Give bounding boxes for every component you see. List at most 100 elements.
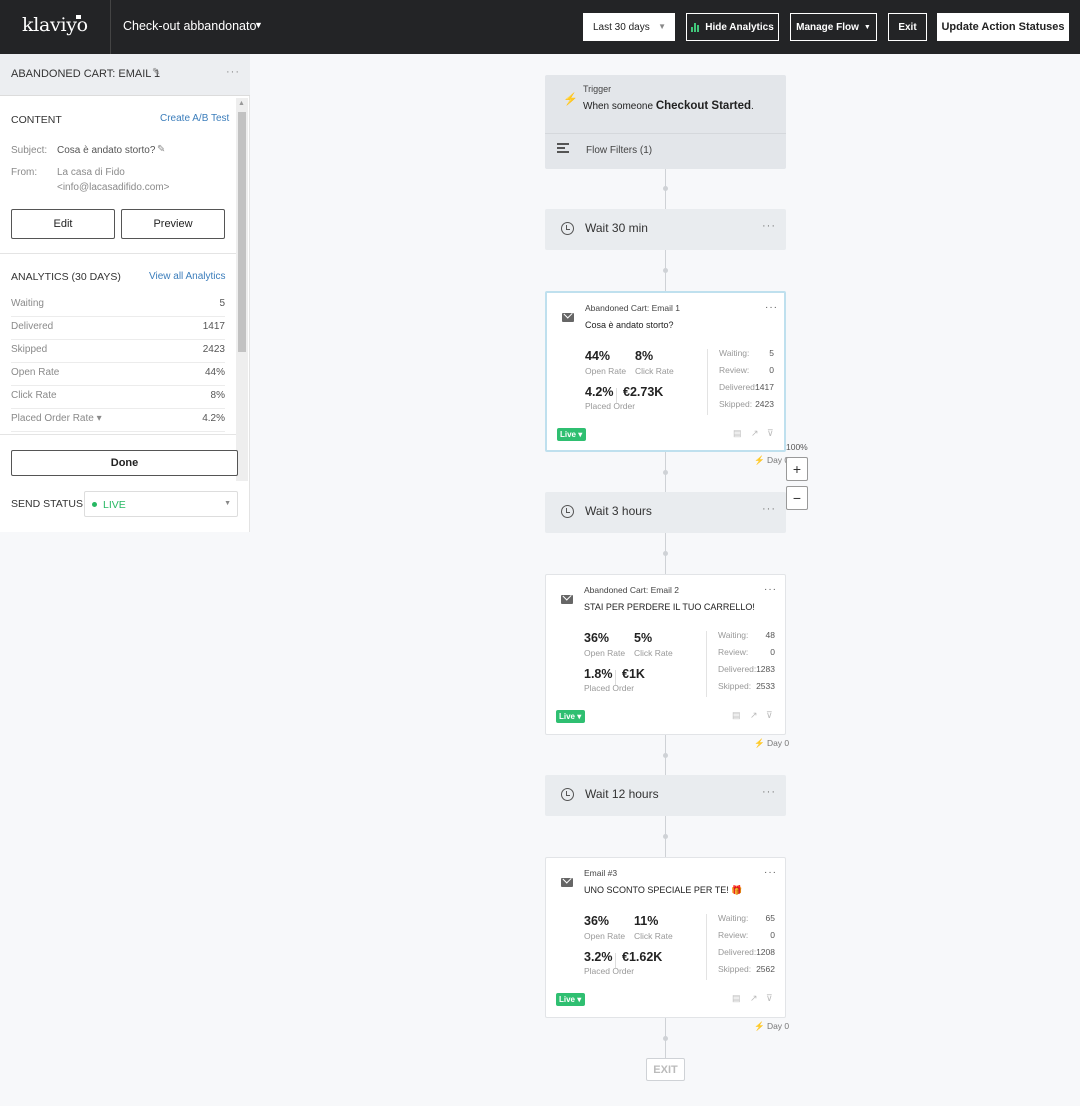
stat-value: 1417 [755, 382, 774, 392]
placed-order-label: Placed Order [585, 401, 636, 411]
filter-icon[interactable]: ⊽ [767, 428, 774, 439]
open-rate-label: Open Rate [585, 366, 627, 376]
trend-icon[interactable]: ↗ [750, 710, 758, 721]
email-node[interactable]: Abandoned Cart: Email 1 Cosa è andato st… [545, 291, 786, 452]
from-email: <info@lacasadifido.com> [57, 182, 170, 193]
click-rate-label: Click Rate [634, 931, 673, 941]
create-ab-test-link[interactable]: Create A/B Test [160, 113, 229, 124]
email-node[interactable]: Abandoned Cart: Email 2 STAI PER PERDERE… [545, 574, 786, 735]
edit-button[interactable]: Edit [11, 209, 115, 239]
stat-value: 0 [770, 930, 775, 940]
envelope-icon [561, 595, 573, 604]
image-icon[interactable]: ▤ [733, 428, 742, 439]
day-label: ⚡ Day 0 [754, 455, 790, 465]
wait-node[interactable]: Wait 30 min ··· [545, 209, 786, 250]
flow-filters-link[interactable]: Flow Filters (1) [586, 145, 652, 156]
analytics-row[interactable]: Placed Order Rate ▾ 4.2% [11, 409, 225, 432]
chevron-down-icon[interactable]: ▼ [254, 20, 263, 30]
sidebar-scrollbar[interactable]: ▲ [236, 98, 248, 481]
zoom-in-button[interactable]: + [786, 457, 808, 481]
analytics-label: Open Rate [11, 367, 60, 378]
hide-analytics-button[interactable]: Hide Analytics [686, 13, 779, 41]
analytics-row: Skipped 2423 [11, 340, 225, 363]
placed-order-label: Placed Order [584, 966, 635, 976]
update-action-statuses-button[interactable]: Update Action Statuses [937, 13, 1069, 41]
open-rate-label: Open Rate [584, 931, 626, 941]
zoom-level: 100% [786, 442, 808, 452]
scrollbar-thumb[interactable] [238, 112, 246, 352]
stat-value: 1283 [756, 664, 775, 674]
flow-name[interactable]: Check-out abbandonato [123, 19, 256, 33]
send-status-select[interactable]: LIVE ▼ [84, 491, 238, 517]
stat-value: 2423 [755, 399, 774, 409]
image-icon[interactable]: ▤ [732, 993, 741, 1004]
connector-dot [663, 834, 668, 839]
connector-dot [663, 551, 668, 556]
analytics-label: Waiting [11, 298, 44, 309]
email-node[interactable]: Email #3 UNO SCONTO SPECIALE PER TE! 🎁 ·… [545, 857, 786, 1018]
date-range-select[interactable]: Last 30 days ▼ [583, 13, 675, 41]
stat-label: Delivered: [718, 664, 757, 674]
hide-analytics-label: Hide Analytics [705, 21, 774, 33]
top-bar: klaviyo Check-out abbandonato ▼ Last 30 … [0, 0, 1080, 54]
wait-node[interactable]: Wait 3 hours ··· [545, 492, 786, 533]
analytics-value: 2423 [202, 344, 225, 355]
stat-value: 0 [769, 365, 774, 375]
more-options-icon[interactable]: ··· [226, 66, 240, 78]
stat-label: Review: [718, 930, 749, 940]
live-status-badge[interactable]: Live ▾ [557, 428, 586, 441]
preview-button[interactable]: Preview [121, 209, 225, 239]
analytics-row: Open Rate 44% [11, 363, 225, 386]
analytics-row: Waiting 5 [11, 294, 225, 317]
exit-node: EXIT [646, 1058, 685, 1081]
wait-label: Wait 3 hours [585, 504, 652, 518]
live-status-badge[interactable]: Live ▾ [556, 710, 585, 723]
trigger-node[interactable]: ⚡ Trigger When someone Checkout Started.… [545, 75, 786, 169]
image-icon[interactable]: ▤ [732, 710, 741, 721]
manage-flow-button[interactable]: Manage Flow ▼ [790, 13, 877, 41]
more-options-icon[interactable]: ··· [764, 867, 777, 878]
email-name: Email #3 [584, 868, 618, 878]
analytics-label[interactable]: Placed Order Rate ▾ [11, 413, 102, 424]
stat-label: Waiting: [718, 630, 749, 640]
click-rate-label: Click Rate [634, 648, 673, 658]
chevron-down-icon: ▼ [863, 23, 871, 31]
live-dot-icon [92, 502, 97, 507]
click-rate-value: 11% [634, 914, 659, 928]
pencil-icon[interactable]: ✎ [152, 67, 160, 78]
clock-icon [561, 505, 574, 518]
trend-icon[interactable]: ↗ [751, 428, 759, 439]
date-range-label: Last 30 days [593, 21, 650, 33]
done-button[interactable]: Done [11, 450, 238, 476]
exit-button[interactable]: Exit [888, 13, 927, 41]
view-all-analytics-link[interactable]: View all Analytics [149, 271, 226, 282]
stat-value: 0 [770, 647, 775, 657]
wait-node[interactable]: Wait 12 hours ··· [545, 775, 786, 816]
filter-icon[interactable]: ⊽ [766, 710, 773, 721]
filter-icon[interactable]: ⊽ [766, 993, 773, 1004]
clock-icon [561, 222, 574, 235]
analytics-value: 1417 [202, 321, 225, 332]
sidebar: ABANDONED CART: EMAIL 1 ✎ ··· ▲ CONTENT … [0, 54, 250, 532]
zoom-out-button[interactable]: − [786, 486, 808, 510]
trend-icon[interactable]: ↗ [750, 993, 758, 1004]
pencil-icon[interactable]: ✎ [157, 144, 165, 155]
more-options-icon[interactable]: ··· [765, 302, 778, 313]
more-options-icon[interactable]: ··· [762, 220, 776, 232]
open-rate-value: 36% [584, 914, 610, 928]
email-subject: Cosa è andato storto? [585, 320, 674, 330]
click-rate-value: 8% [635, 349, 654, 363]
more-options-icon[interactable]: ··· [762, 786, 776, 798]
more-options-icon[interactable]: ··· [762, 503, 776, 515]
divider [0, 253, 236, 254]
stat-label: Skipped: [719, 399, 753, 409]
divider [0, 434, 236, 435]
analytics-value: 44% [204, 367, 225, 378]
scroll-up-arrow-icon[interactable]: ▲ [238, 100, 245, 107]
from-name: La casa di Fido [57, 167, 125, 178]
stat-label: Waiting: [718, 913, 749, 923]
trigger-description: When someone Checkout Started. [583, 100, 754, 112]
placed-order-rate-value: 4.2% [585, 385, 614, 399]
live-status-badge[interactable]: Live ▾ [556, 993, 585, 1006]
more-options-icon[interactable]: ··· [764, 584, 777, 595]
